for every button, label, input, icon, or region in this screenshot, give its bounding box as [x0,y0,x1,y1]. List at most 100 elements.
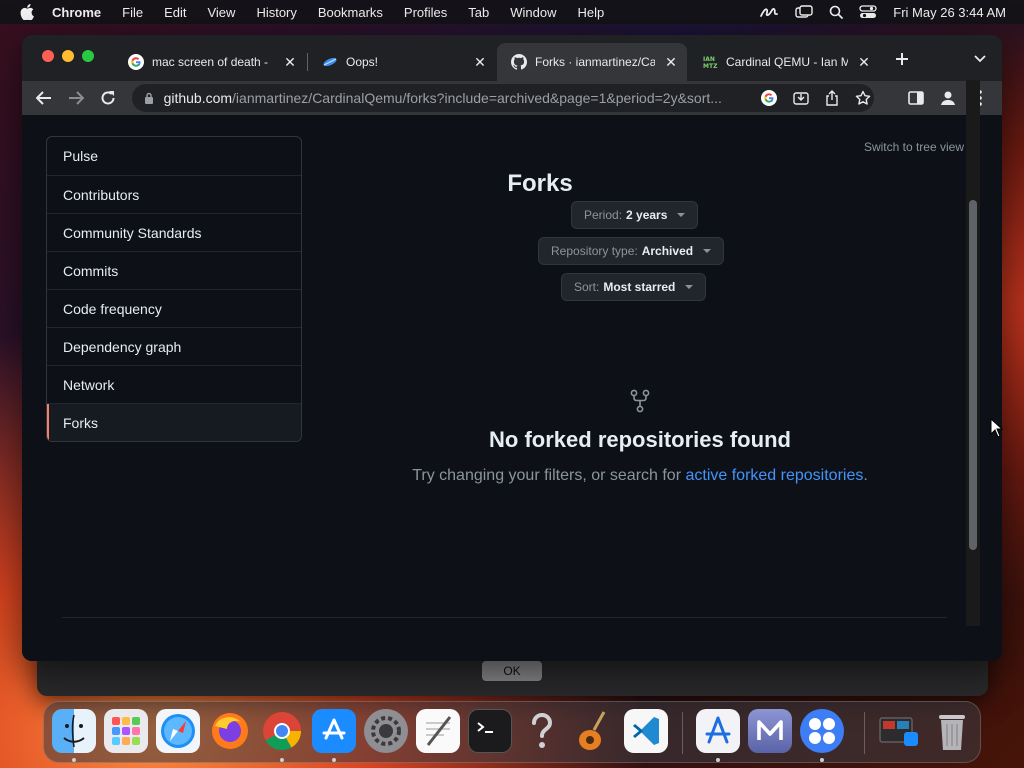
utm-icon[interactable] [748,709,792,753]
active-forked-repositories-link[interactable]: active forked repositories [685,467,863,484]
screenshot-stack-icon[interactable] [878,709,922,753]
empty-state-period: . [863,467,868,484]
footer-divider [62,617,947,618]
url-host: github.com [163,90,233,106]
firefox-icon[interactable] [208,709,252,753]
app-store-icon[interactable] [312,709,356,753]
running-indicator [72,758,76,762]
menubar-clock[interactable]: Fri May 26 3:44 AM [893,5,1006,20]
menu-view[interactable]: View [207,5,235,20]
repository-type-filter-label: Repository type: [551,244,638,258]
window-zoom-button[interactable] [82,50,94,62]
page-scrollbar-thumb[interactable] [969,200,977,550]
dock-separator [864,712,865,754]
switch-to-tree-view-link[interactable]: Switch to tree view [864,140,964,154]
leaf-icon [322,54,338,70]
bookmark-star-icon[interactable] [853,87,874,109]
tab-mac-screen-of-death[interactable]: mac screen of death - ✕ [114,43,306,81]
ian-mtz-icon: IAN MTZ [702,54,718,70]
screen-mirroring-icon[interactable] [795,5,813,19]
url-text[interactable]: github.com/ianmartinez/CardinalQemu/fork… [164,90,749,106]
forward-arrow-icon[interactable] [64,86,88,110]
mouse-cursor-icon [990,417,1004,438]
finder-icon[interactable] [52,709,96,753]
menu-window[interactable]: Window [510,5,556,20]
tab-search-chevron-icon[interactable] [970,49,990,69]
scribble-icon[interactable] [759,5,779,19]
caret-down-icon [685,285,694,289]
tab-title: Forks · ianmartinez/Ca [535,55,655,69]
period-filter-button[interactable]: Period: 2 years [571,201,699,229]
sidebar-item-contributors[interactable]: Contributors [47,175,301,213]
tab-oops[interactable]: Oops! ✕ [308,43,496,81]
launchpad-icon[interactable] [104,709,148,753]
github-forks-page: Pulse Contributors Community Standards C… [22,115,990,661]
install-app-icon[interactable] [790,87,811,109]
empty-state-text: Try changing your filters, or search for [412,467,686,484]
menu-file[interactable]: File [122,5,143,20]
ok-button[interactable]: OK [482,661,542,681]
caret-down-icon [677,213,686,217]
empty-state-title: No forked repositories found [489,427,791,452]
trash-icon[interactable] [930,709,974,753]
sort-filter-button[interactable]: Sort: Most starred [561,273,707,301]
sidebar-item-code-frequency[interactable]: Code frequency [47,289,301,327]
menu-edit[interactable]: Edit [164,5,186,20]
tab-close-icon[interactable]: ✕ [856,54,872,70]
tab-close-icon[interactable]: ✕ [663,54,679,70]
sidebar-item-commits[interactable]: Commits [47,251,301,289]
tab-strip: mac screen of death - ✕ Oops! ✕ Forks · … [22,35,1002,81]
url-path: /ianmartinez/CardinalQemu/forks?include=… [232,90,722,106]
window-minimize-button[interactable] [62,50,74,62]
period-filter-label: Period: [584,208,623,222]
google-lens-icon[interactable] [759,87,780,109]
lock-icon[interactable] [142,91,156,105]
instruments-icon[interactable] [696,709,740,753]
repository-type-filter-button[interactable]: Repository type: Archived [538,237,725,265]
reload-icon[interactable] [96,86,120,110]
help-question-icon[interactable] [520,709,564,753]
apple-menu-icon[interactable] [18,3,36,21]
caret-down-icon [703,249,712,253]
tab-forks-active[interactable]: Forks · ianmartinez/Ca ✕ [497,43,687,81]
vscode-icon[interactable] [624,709,668,753]
sidebar-item-forks[interactable]: Forks [47,403,301,441]
menu-bookmarks[interactable]: Bookmarks [318,5,383,20]
back-arrow-icon[interactable] [32,86,56,110]
system-preferences-icon[interactable] [364,709,408,753]
menu-help[interactable]: Help [578,5,605,20]
sidebar-item-dependency-graph[interactable]: Dependency graph [47,327,301,365]
safari-icon[interactable] [156,709,200,753]
control-center-icon[interactable] [859,5,877,19]
multi-app-icon[interactable] [800,709,844,753]
menu-profiles[interactable]: Profiles [404,5,447,20]
sidebar-item-community-standards[interactable]: Community Standards [47,213,301,251]
chrome-icon[interactable] [260,709,304,753]
menu-tab[interactable]: Tab [468,5,489,20]
tab-cardinal-qemu[interactable]: IAN MTZ Cardinal QEMU - Ian M ✕ [688,43,880,81]
sidebar-item-network[interactable]: Network [47,365,301,403]
window-close-button[interactable] [42,50,54,62]
google-icon [128,54,144,70]
textedit-icon[interactable] [416,709,460,753]
chrome-window: mac screen of death - ✕ Oops! ✕ Forks · … [22,35,1002,661]
garageband-icon[interactable] [572,709,616,753]
address-bar[interactable]: github.com/ianmartinez/CardinalQemu/fork… [132,84,874,112]
running-indicator [716,758,720,762]
menu-app-chrome[interactable]: Chrome [52,5,101,20]
new-tab-button[interactable] [892,49,912,69]
terminal-icon[interactable] [468,709,512,753]
share-icon[interactable] [821,87,842,109]
search-icon[interactable] [829,5,844,19]
tab-close-icon[interactable]: ✕ [472,54,488,70]
profile-avatar-icon[interactable] [936,86,960,110]
sort-filter-value: Most starred [603,280,676,294]
github-icon [511,54,527,70]
running-indicator [280,758,284,762]
menu-history[interactable]: History [256,5,296,20]
empty-state-description: Try changing your filters, or search for… [340,467,940,485]
side-panel-icon[interactable] [904,86,928,110]
browser-toolbar: github.com/ianmartinez/CardinalQemu/fork… [22,81,1002,115]
tab-close-icon[interactable]: ✕ [282,54,298,70]
sidebar-item-pulse[interactable]: Pulse [47,137,301,175]
